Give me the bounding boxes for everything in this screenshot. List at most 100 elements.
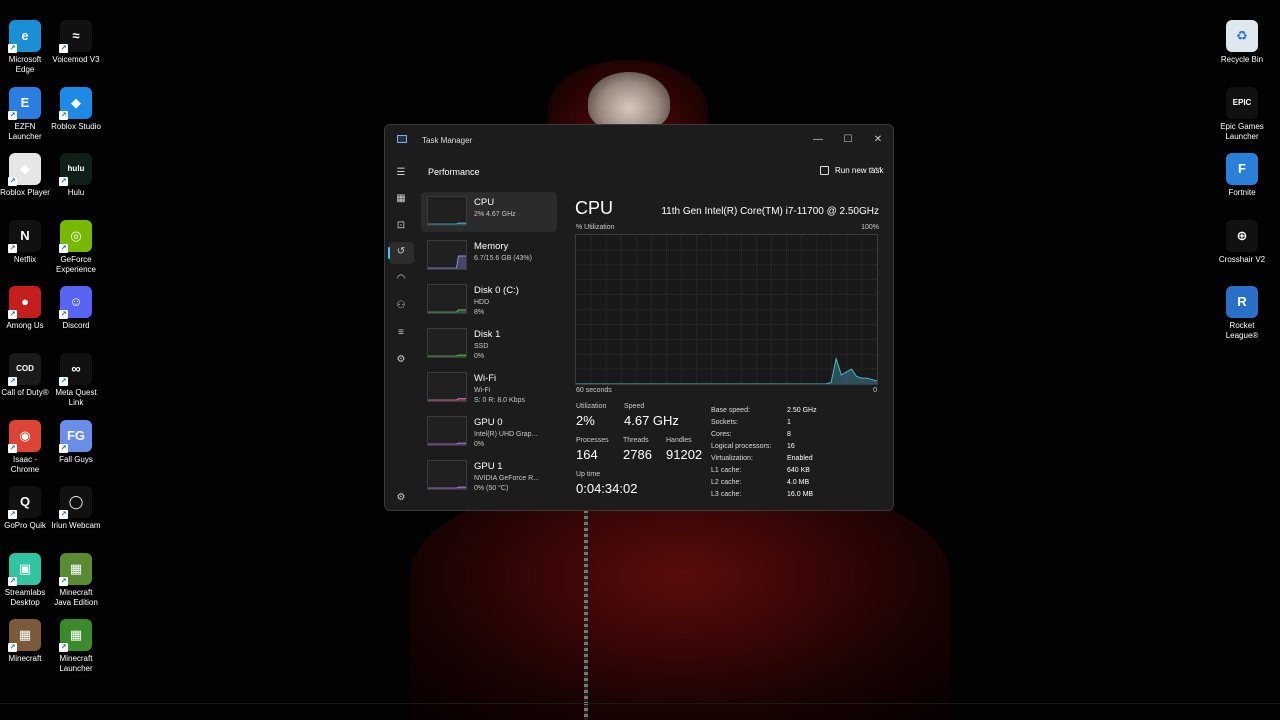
desktop-icon[interactable]: ▦ ↗ Minecraft Launcher <box>51 619 101 674</box>
stat-threads: Threads 2786 <box>623 437 652 462</box>
app-icon: ● ↗ <box>8 286 41 320</box>
shortcut-arrow-icon: ↗ <box>8 177 17 187</box>
startup-icon[interactable]: ◠ <box>394 271 408 285</box>
resource-thumbnail-graph <box>427 416 467 446</box>
app-glyph: ☺ <box>69 294 83 310</box>
spec-key: L2 cache: <box>711 479 742 486</box>
resource-name: GPU 1 <box>474 461 503 472</box>
desktop-icon-label: Fall Guys <box>59 454 93 464</box>
app-icon: F <box>1226 153 1258 186</box>
desktop-icon[interactable]: ◎ ↗ GeForce Experience <box>51 219 101 275</box>
hamburger-icon[interactable]: ☰ <box>394 165 408 179</box>
performance-icon[interactable]: ⊡ <box>394 218 408 232</box>
app-glyph: ◆ <box>71 94 81 110</box>
processes-icon[interactable]: ▦ <box>394 191 408 205</box>
users-icon[interactable]: ⚇ <box>394 298 408 312</box>
desktop-icon[interactable]: ☺ ↗ Discord <box>51 286 101 331</box>
shortcut-arrow-icon: ↗ <box>8 443 17 453</box>
resource-sub1: HDD <box>474 299 490 306</box>
desktop-icon[interactable]: ⊕ Crosshair V2 <box>1217 219 1267 265</box>
shortcut-arrow-icon: ↗ <box>59 377 68 386</box>
shortcut-arrow-icon: ↗ <box>8 44 17 53</box>
maximize-button[interactable]: ☐ <box>833 128 863 150</box>
page-title: Performance <box>428 167 480 177</box>
more-options-icon[interactable]: ⋯ <box>870 161 883 175</box>
desktop-icon[interactable]: ◆ ↗ Roblox Player <box>0 153 50 198</box>
app-icon: ☺ ↗ <box>59 286 92 320</box>
resource-thumbnail-graph <box>427 284 467 314</box>
close-button[interactable]: ✕ <box>863 128 893 150</box>
resource-thumbnail-graph <box>427 196 467 226</box>
desktop-icon[interactable]: ∞ ↗ Meta Quest Link <box>51 353 101 408</box>
desktop-icon[interactable]: E ↗ EZFN Launcher <box>0 86 50 142</box>
settings-icon[interactable]: ⚙ <box>394 490 408 504</box>
shortcut-arrow-icon: ↗ <box>59 310 68 320</box>
resource-item-wi-fi[interactable]: Wi-Fi Wi-Fi S: 0 R: 8.0 Kbps <box>421 368 557 408</box>
app-icon: EPIC <box>1226 86 1258 119</box>
stat-uptime: Up time 0:04:34:02 <box>576 471 637 496</box>
spec-row: Logical processors: 16 <box>711 443 795 450</box>
services-icon[interactable]: ⚙ <box>394 352 408 366</box>
resource-item-disk-1[interactable]: Disk 1 SSD 0% <box>421 324 557 364</box>
shortcut-arrow-icon: ↗ <box>59 643 68 653</box>
app-icon: R <box>1226 286 1258 319</box>
app-icon: COD ↗ <box>8 353 41 386</box>
details-icon[interactable]: ≡ <box>394 325 408 339</box>
desktop-icon[interactable]: Q ↗ GoPro Quik <box>0 486 50 531</box>
desktop-icon[interactable]: ● ↗ Among Us <box>0 286 50 331</box>
desktop-icon[interactable]: ≈ ↗ Voicemod V3 <box>51 20 101 65</box>
detail-title: CPU <box>575 198 614 218</box>
wallpaper-hoodie <box>410 480 950 720</box>
app-glyph: R <box>1237 294 1247 310</box>
spec-value: 640 KB <box>787 467 810 474</box>
desktop-icon[interactable]: ▦ ↗ Minecraft Java Edition <box>51 552 101 608</box>
shortcut-arrow-icon: ↗ <box>8 643 17 653</box>
navigation-rail: ☰ ▦ ⊡ ↺ ◠ ⚇ ≡ ⚙ ⚙ <box>385 155 418 510</box>
desktop-icon[interactable]: EPIC Epic Games Launcher <box>1217 86 1267 142</box>
desktop-icon[interactable]: FG ↗ Fall Guys <box>51 419 101 465</box>
desktop-icon[interactable]: N ↗ Netflix <box>0 219 50 265</box>
spec-key: L1 cache: <box>711 467 742 474</box>
desktop-icon[interactable]: COD ↗ Call of Duty® <box>0 353 50 398</box>
stat-processes: Processes 164 <box>576 437 609 462</box>
app-history-icon[interactable]: ↺ <box>394 244 408 258</box>
resource-item-gpu-1[interactable]: GPU 1 NVIDIA GeForce R... 0% (50 °C) <box>421 456 557 496</box>
shortcut-arrow-icon: ↗ <box>59 443 68 453</box>
desktop-icon[interactable]: ♻ Recycle Bin <box>1217 20 1267 65</box>
min-axis-label: 0 <box>873 387 877 394</box>
task-manager-window: Task Manager — ☐ ✕ ☰ ▦ ⊡ ↺ ◠ ⚇ ≡ ⚙ ⚙ Per… <box>384 124 894 511</box>
desktop-icon-label: Crosshair V2 <box>1218 254 1266 264</box>
resource-item-cpu[interactable]: CPU 2% 4.67 GHz <box>421 192 557 232</box>
desktop-icon[interactable]: ▦ ↗ Minecraft <box>0 619 50 664</box>
resource-item-disk-0-c[interactable]: Disk 0 (C:) HDD 8% <box>421 280 557 320</box>
app-icon: ▦ ↗ <box>59 552 92 586</box>
stat-handles: Handles 91202 <box>666 437 702 462</box>
desktop-icon[interactable]: ◆ ↗ Roblox Studio <box>51 86 101 132</box>
resource-sub1: Intel(R) UHD Grap... <box>474 431 538 438</box>
resource-sub1: 6.7/15.6 GB (43%) <box>474 255 532 262</box>
minimize-button[interactable]: — <box>803 128 833 150</box>
app-glyph: FG <box>66 427 86 443</box>
spec-value: 1 <box>787 419 791 426</box>
desktop-icon[interactable]: hulu ↗ Hulu <box>51 153 101 198</box>
resource-detail: HDD 8% <box>474 298 489 318</box>
desktop-icon[interactable]: ▣ ↗ Streamlabs Desktop <box>0 552 50 608</box>
desktop-icon[interactable]: e ↗ Microsoft Edge <box>0 20 50 75</box>
desktop-icon-label: GeForce Experience <box>55 254 97 274</box>
desktop-icon[interactable]: R Rocket League® <box>1217 286 1267 341</box>
max-axis-label: 100% <box>861 224 879 231</box>
resource-item-memory[interactable]: Memory 6.7/15.6 GB (43%) <box>421 236 557 276</box>
spec-row: Base speed: 2.50 GHz <box>711 407 817 414</box>
resource-name: GPU 0 <box>474 417 503 428</box>
spec-key: L3 cache: <box>711 491 742 498</box>
desktop-icon[interactable]: ◉ ↗ Isaac - Chrome <box>0 419 50 475</box>
title-bar[interactable]: Task Manager — ☐ ✕ <box>385 125 893 155</box>
desktop-icon-label: Hulu <box>67 188 85 198</box>
desktop-icon[interactable]: F Fortnite <box>1217 153 1267 198</box>
resource-item-gpu-0[interactable]: GPU 0 Intel(R) UHD Grap... 0% <box>421 412 557 452</box>
desktop-icon[interactable]: ◯ ↗ Iriun Webcam <box>51 486 101 531</box>
app-glyph: hulu <box>67 164 85 174</box>
desktop-icon-label: Voicemod V3 <box>52 55 100 64</box>
desktop-icon-label: Roblox Studio <box>51 121 101 131</box>
app-icon: E ↗ <box>8 86 41 120</box>
